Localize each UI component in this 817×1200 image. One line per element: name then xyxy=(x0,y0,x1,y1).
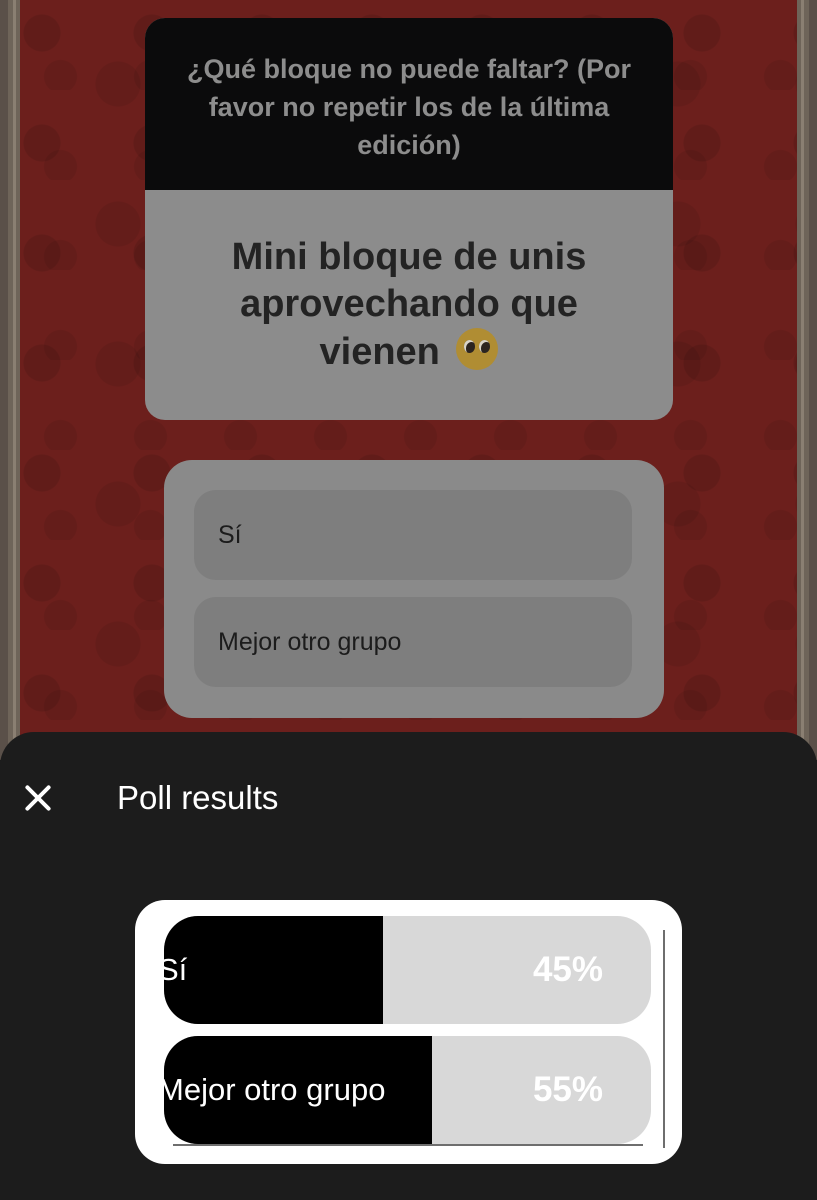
result-percent: 45% xyxy=(532,950,603,989)
poll-results-sheet: Poll results Sí 45% Mejor otro grupo 55% xyxy=(0,732,817,1200)
frame-stripe-right xyxy=(801,0,804,760)
result-label: Sí xyxy=(164,952,188,987)
pleading-face-icon xyxy=(456,328,499,370)
scrollbar[interactable] xyxy=(663,930,665,1148)
result-bar-fill xyxy=(164,916,384,1024)
close-icon[interactable] xyxy=(20,780,56,816)
poll-option-mejor-otro-grupo: Mejor otro grupo xyxy=(194,597,632,687)
poll-option-label: Mejor otro grupo xyxy=(218,627,402,656)
results-panel: Sí 45% Mejor otro grupo 55% xyxy=(135,900,682,1164)
poll-option-label: Sí xyxy=(218,520,242,549)
question-text: ¿Qué bloque no puede faltar? (Por favor … xyxy=(145,18,673,190)
result-percent: 55% xyxy=(532,1070,603,1109)
sheet-title: Poll results xyxy=(117,779,279,816)
answer-block: Mini bloque de unis aprovechando que vie… xyxy=(145,190,673,420)
result-label: Mejor otro grupo xyxy=(164,1072,386,1107)
poll-option-si: Sí xyxy=(194,490,632,580)
question-sticker: ¿Qué bloque no puede faltar? (Por favor … xyxy=(145,18,673,420)
result-row[interactable]: Sí 45% xyxy=(164,916,651,1024)
result-row[interactable]: Mejor otro grupo 55% xyxy=(164,1036,651,1144)
poll-sticker: Sí Mejor otro grupo xyxy=(164,460,664,718)
frame-stripe-left xyxy=(13,0,16,760)
divider xyxy=(173,1144,643,1146)
answer-text: Mini bloque de unis aprovechando que vie… xyxy=(231,236,587,373)
